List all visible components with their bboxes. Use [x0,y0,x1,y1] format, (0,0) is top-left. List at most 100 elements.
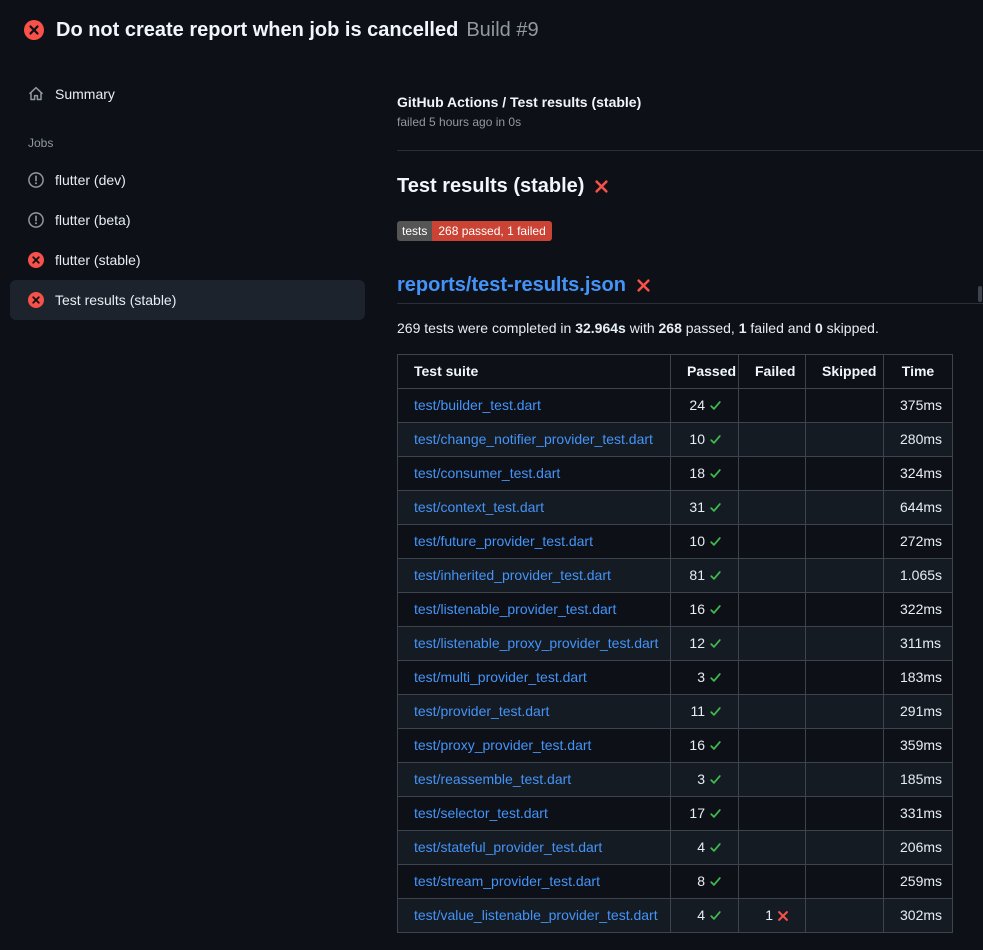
passed-count: 18 [689,465,705,481]
failed-cell [739,457,806,491]
passed-count: 10 [689,533,705,549]
table-row: test/selector_test.dart17331ms [398,797,953,831]
x-circle-fill-icon [28,252,44,268]
alert-circle-icon [28,212,44,228]
job-label: flutter (stable) [55,250,141,270]
passed-count: 31 [689,499,705,515]
passed-count: 8 [697,873,705,889]
table-row: test/change_notifier_provider_test.dart1… [398,423,953,457]
passed-count: 3 [697,669,705,685]
badge-row: tests 268 passed, 1 failed [397,221,952,241]
col-test-suite: Test suite [398,355,671,389]
skipped-cell [806,423,884,457]
table-row: test/provider_test.dart11291ms [398,695,953,729]
passed-cell: 3 [671,763,739,797]
skipped-cell [806,661,884,695]
sidebar-item-job[interactable]: flutter (beta) [10,200,365,240]
section-title-text: Test results (stable) [397,173,584,199]
report-heading: reports/test-results.json [397,273,983,304]
table-row: test/proxy_provider_test.dart16359ms [398,729,953,763]
badge-value: 268 passed, 1 failed [432,221,551,241]
summary-text: passed, [682,320,739,336]
suite-link[interactable]: test/context_test.dart [414,499,544,515]
check-icon [709,533,722,550]
failed-cell [739,763,806,797]
suite-link[interactable]: test/inherited_provider_test.dart [414,567,611,583]
table-row: test/stateful_provider_test.dart4206ms [398,831,953,865]
results-table-body: test/builder_test.dart24375mstest/change… [398,389,953,933]
table-row: test/listenable_proxy_provider_test.dart… [398,627,953,661]
suite-link[interactable]: test/value_listenable_provider_test.dart [414,907,658,923]
suite-link[interactable]: test/multi_provider_test.dart [414,669,587,685]
skipped-cell [806,899,884,933]
failed-cell [739,831,806,865]
suite-link[interactable]: test/consumer_test.dart [414,465,560,481]
skipped-cell [806,729,884,763]
time-cell: 311ms [884,627,953,661]
check-icon [709,907,722,924]
suite-link[interactable]: test/listenable_provider_test.dart [414,601,616,617]
suite-link[interactable]: test/reassemble_test.dart [414,771,571,787]
passed-cell: 10 [671,525,739,559]
job-label: flutter (dev) [55,170,126,190]
passed-count: 16 [689,601,705,617]
test-results-table: Test suite Passed Failed Skipped Time te… [397,354,953,933]
suite-link[interactable]: test/provider_test.dart [414,703,549,719]
failed-cell [739,423,806,457]
job-label: flutter (beta) [55,210,130,230]
suite-link[interactable]: test/stream_provider_test.dart [414,873,600,889]
sidebar-item-job[interactable]: Test results (stable) [10,280,365,320]
passed-cell: 8 [671,865,739,899]
passed-cell: 18 [671,457,739,491]
summary-passed-count: 268 [659,320,682,336]
suite-link[interactable]: test/builder_test.dart [414,397,541,413]
skipped-cell [806,695,884,729]
summary-failed-count: 1 [739,320,747,336]
passed-cell: 11 [671,695,739,729]
suite-link[interactable]: test/selector_test.dart [414,805,548,821]
suite-cell: test/inherited_provider_test.dart [398,559,671,593]
suite-cell: test/proxy_provider_test.dart [398,729,671,763]
table-row: test/reassemble_test.dart3185ms [398,763,953,797]
col-time: Time [884,355,953,389]
passed-cell: 81 [671,559,739,593]
x-mark-icon [636,278,651,293]
page-title: Do not create report when job is cancell… [56,17,539,43]
suite-cell: test/context_test.dart [398,491,671,525]
suite-cell: test/consumer_test.dart [398,457,671,491]
main-content: GitHub Actions / Test results (stable) f… [375,56,983,945]
table-row: test/multi_provider_test.dart 3 183ms [398,661,953,695]
sidebar: Summary Jobs flutter (dev)flutter (beta)… [0,56,375,320]
skipped-cell [806,389,884,423]
passed-count: 12 [689,635,705,651]
sidebar-summary-label: Summary [55,84,115,104]
scrollbar-thumb[interactable] [978,286,982,302]
time-cell: 359ms [884,729,953,763]
passed-cell: 24 [671,389,739,423]
suite-cell: test/listenable_proxy_provider_test.dart [398,627,671,661]
failed-cell [739,525,806,559]
failed-cell [739,661,806,695]
tests-summary: 269 tests were completed in 32.964s with… [397,320,952,337]
sidebar-item-job[interactable]: flutter (dev) [10,160,365,200]
check-icon [709,805,722,822]
skipped-cell [806,593,884,627]
sidebar-item-summary[interactable]: Summary [10,74,365,114]
suite-cell: test/stream_provider_test.dart [398,865,671,899]
report-link[interactable]: reports/test-results.json [397,273,626,297]
sidebar-item-job[interactable]: flutter (stable) [10,240,365,280]
suite-link[interactable]: test/proxy_provider_test.dart [414,737,591,753]
suite-link[interactable]: test/change_notifier_provider_test.dart [414,431,653,447]
failed-status-icon [24,20,44,40]
passed-cell: 17 [671,797,739,831]
suite-link[interactable]: test/listenable_proxy_provider_test.dart [414,635,658,651]
skipped-cell [806,763,884,797]
jobs-list: flutter (dev) flutter (beta) flutter (stab… [0,160,375,320]
suite-link[interactable]: test/future_provider_test.dart [414,533,593,549]
failed-cell [739,559,806,593]
time-cell: 183ms [884,661,953,695]
job-label: Test results (stable) [55,290,176,310]
suite-link[interactable]: test/stateful_provider_test.dart [414,839,602,855]
skipped-cell [806,457,884,491]
table-row: test/future_provider_test.dart10272ms [398,525,953,559]
